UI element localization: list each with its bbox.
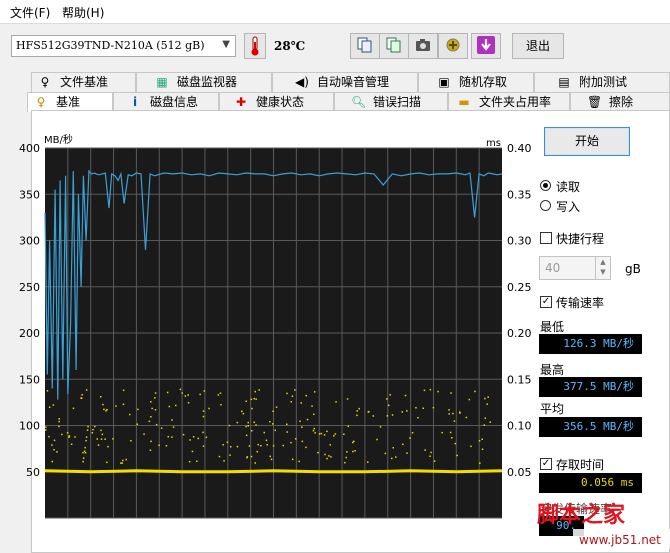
copy-icon [357, 37, 373, 56]
file-benchmark-icon: ♀ [40, 75, 50, 89]
drive-select-value: HFS512G39TND-N210A (512 gB) [16, 39, 205, 52]
extra-tests-icon: ▤ [558, 75, 570, 89]
copy-image-icon [386, 37, 402, 56]
speaker-icon: ◀) [295, 75, 309, 89]
menu-file[interactable]: 文件(F) [10, 4, 50, 21]
avg-value: 356.5 MB/秒 [539, 417, 642, 437]
magnifier-icon: 🔍︎ [351, 95, 367, 109]
short-stroke-stepper[interactable]: 40 ▲ ▼ [539, 256, 611, 280]
avg-label: 平均 [540, 402, 565, 416]
write-radio-dot [540, 200, 551, 211]
short-stroke-value: 40 [545, 261, 561, 275]
tab-file-benchmark[interactable]: ♀ 文件基准 [31, 72, 136, 92]
download-arrow-icon [477, 35, 495, 57]
read-radio-dot [540, 180, 551, 191]
access-time-checkbox[interactable]: ✓ 存取时间 [540, 456, 660, 472]
tab-row-top: ♀ 文件基准 ▦ 磁盘监视器 ◀) 自动噪音管理 ▣ 随机存取 ▤ 附加测试 [31, 72, 670, 92]
tab-extra-tests[interactable]: ▤ 附加测试 [534, 72, 670, 92]
write-radio[interactable]: 写入 [540, 198, 640, 214]
thermometer-icon [244, 33, 266, 59]
drive-select[interactable]: HFS512G39TND-N210A (512 gB) ▼ [11, 35, 236, 57]
exit-button[interactable]: 退出 [512, 33, 564, 59]
tab-disk-info[interactable]: i 磁盘信息 [113, 92, 219, 112]
min-label: 最低 [540, 320, 565, 334]
max-value: 377.5 MB/秒 [539, 377, 642, 397]
tab-error-scan[interactable]: 🔍︎ 错误扫描 [334, 92, 448, 112]
max-label: 最高 [540, 363, 565, 377]
short-stroke-checkbox[interactable]: 快捷行程 [540, 230, 660, 246]
chevron-down-icon: ▼ [222, 39, 230, 50]
start-button[interactable]: 开始 [544, 127, 630, 156]
save-button[interactable] [471, 33, 501, 59]
menu-help[interactable]: 帮助(H) [62, 4, 104, 21]
read-radio[interactable]: 读取 [540, 178, 640, 194]
tab-aam[interactable]: ◀) 自动噪音管理 [272, 72, 418, 92]
copy-text-button[interactable] [350, 33, 380, 59]
tab-erase[interactable]: 🗑︎ 擦除 [570, 92, 670, 112]
trash-icon: 🗑︎ [587, 95, 603, 109]
access-time-value: 0.056 ms [539, 473, 642, 493]
info-icon: i [132, 95, 138, 109]
watermark-text: 脚本之家 [537, 502, 626, 528]
tab-folder-usage[interactable]: ▬ 文件夹占用率 [448, 92, 570, 112]
folder-icon: ▬ [458, 95, 470, 109]
tab-random-access[interactable]: ▣ 随机存取 [418, 72, 534, 92]
screenshot-button[interactable] [408, 33, 438, 59]
watermark-logo: 脚本之家 www.jb51.net [537, 502, 670, 549]
tab-disk-monitor[interactable]: ▦ 磁盘监视器 [136, 72, 272, 92]
stepper-arrows-icon[interactable]: ▲ ▼ [595, 257, 610, 279]
wrench-icon [445, 37, 461, 56]
tab-row-bottom: ♀ 基准 i 磁盘信息 ✚ 健康状态 🔍︎ 错误扫描 ▬ 文件夹占用率 🗑︎ 擦除 [27, 92, 670, 112]
camera-icon [415, 38, 431, 55]
benchmark-icon: ♀ [36, 95, 46, 109]
copy-image-button[interactable] [379, 33, 409, 59]
random-access-icon: ▣ [438, 75, 450, 89]
tab-benchmark[interactable]: ♀ 基准 [27, 92, 113, 112]
monitor-icon: ▦ [156, 75, 168, 89]
short-stroke-box [540, 232, 552, 244]
watermark-url: www.jb51.net [579, 533, 661, 547]
temperature-readout: 28℃ [274, 39, 306, 53]
min-value: 126.3 MB/秒 [539, 334, 642, 354]
transfer-rate-checkbox[interactable]: ✓ 传输速率 [540, 294, 660, 310]
menu-bar: 文件(F) 帮助(H) [0, 0, 670, 24]
gb-unit: gB [625, 262, 641, 276]
check-icon: ✓ [540, 296, 552, 308]
options-button[interactable] [438, 33, 468, 59]
health-cross-icon: ✚ [235, 95, 247, 109]
tab-health[interactable]: ✚ 健康状态 [219, 92, 334, 112]
check-icon: ✓ [540, 458, 552, 470]
